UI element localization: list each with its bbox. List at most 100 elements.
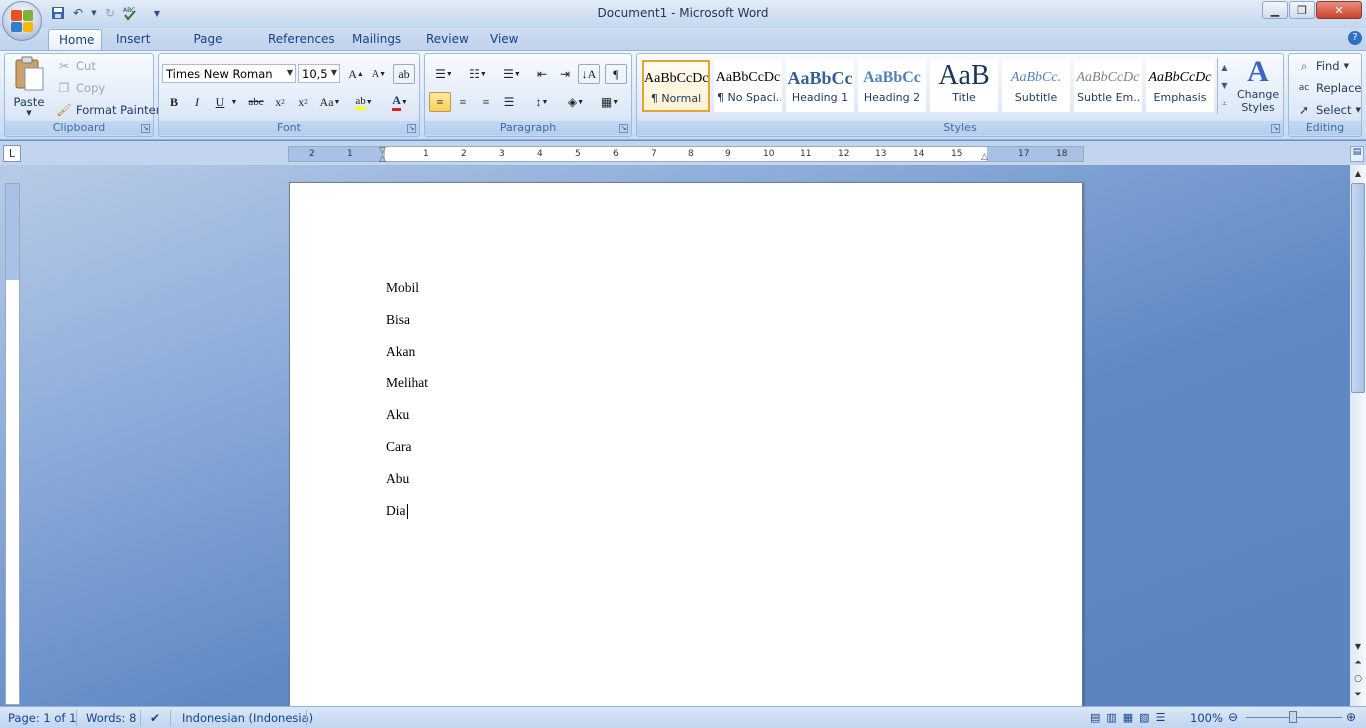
show-formatting-button[interactable]: ¶ <box>605 64 627 84</box>
scroll-down-icon[interactable]: ▼ <box>1351 640 1365 654</box>
shading-button[interactable]: ◈ ▼ <box>561 92 591 112</box>
style-heading-1[interactable]: AaBbCc Heading 1 <box>786 60 854 112</box>
browse-object-icon[interactable]: ○ <box>1351 672 1365 686</box>
word-count-status[interactable]: Words: 8 <box>86 711 136 725</box>
document-page[interactable]: Mobil Bisa Akan Melihat Aku Cara Abu Dia <box>289 182 1083 722</box>
tab-view[interactable]: View <box>480 29 526 50</box>
select-button[interactable]: ➚ Select ▼ <box>1293 100 1364 120</box>
align-center-button[interactable]: ≡ <box>452 92 474 112</box>
scroll-up-icon[interactable]: ▲ <box>1351 167 1365 181</box>
find-button[interactable]: ⌕ Find ▼ <box>1293 56 1352 76</box>
tab-review[interactable]: Review <box>416 29 472 50</box>
chevron-down-icon: ▼ <box>330 68 337 77</box>
strikethrough-button[interactable]: abc <box>245 92 267 112</box>
paste-dropdown-icon[interactable]: ▼ <box>9 109 49 117</box>
align-right-button[interactable]: ≡ <box>475 92 497 112</box>
view-ruler-icon[interactable]: ▤ <box>1350 146 1364 162</box>
italic-button[interactable]: I <box>186 92 208 112</box>
bold-button[interactable]: B <box>163 92 185 112</box>
document-line[interactable]: Akan <box>386 344 415 360</box>
right-indent-icon[interactable]: △ <box>981 152 988 162</box>
highlight-color-button[interactable]: ab ▼ <box>349 92 379 112</box>
subscript-button[interactable]: x2 <box>269 92 291 112</box>
tab-insert[interactable]: Insert <box>106 29 158 50</box>
style-sample: AaB <box>938 61 990 91</box>
multilevel-list-button[interactable]: ☰ ▼ <box>497 64 527 84</box>
hanging-indent-icon[interactable]: △ <box>379 154 386 164</box>
proofing-icon[interactable]: ✔ <box>150 711 160 725</box>
close-button[interactable]: ✕ <box>1316 1 1362 19</box>
grow-font-button[interactable]: A ▲ <box>345 64 367 84</box>
page-count-status[interactable]: Page: 1 of 1 <box>8 711 76 725</box>
line-spacing-button[interactable]: ↕ ▼ <box>527 92 557 112</box>
tab-selector-button[interactable]: L <box>3 145 21 162</box>
document-line[interactable]: Mobil <box>386 280 419 296</box>
justify-button[interactable]: ☰ <box>498 92 520 112</box>
font-launcher-icon[interactable]: ↘ <box>407 124 416 133</box>
borders-button[interactable]: ▦ ▼ <box>595 92 625 112</box>
document-line[interactable]: Melihat <box>386 375 428 391</box>
style-normal[interactable]: AaBbCcDc ¶ Normal <box>642 60 710 112</box>
copy-button[interactable]: ❐ Copy <box>53 78 108 98</box>
replace-button[interactable]: ac Replace <box>1293 78 1365 98</box>
underline-button[interactable]: U <box>209 92 231 112</box>
document-line[interactable]: Abu <box>386 471 409 487</box>
next-page-icon[interactable]: ⏷ <box>1351 688 1365 702</box>
minimize-button[interactable]: ▁ <box>1262 1 1288 19</box>
zoom-out-icon[interactable]: ⊖ <box>1228 710 1238 724</box>
office-button[interactable] <box>2 1 42 41</box>
style-subtitle[interactable]: AaBbCc. Subtitle <box>1002 60 1070 112</box>
scroll-down-icon[interactable]: ▼ <box>1221 81 1227 90</box>
numbering-button[interactable]: ☷ ▼ <box>463 64 493 84</box>
zoom-level[interactable]: 100% <box>1190 711 1223 725</box>
shrink-font-button[interactable]: A ▼ <box>368 64 390 84</box>
style-heading-2[interactable]: AaBbCc Heading 2 <box>858 60 926 112</box>
tab-mailings[interactable]: Mailings <box>342 29 408 50</box>
superscript-button[interactable]: x2 <box>292 92 314 112</box>
zoom-slider-thumb[interactable] <box>1289 711 1297 723</box>
style-subtle-emphasis[interactable]: AaBbCcDc Subtle Em... <box>1074 60 1142 112</box>
format-painter-button[interactable]: 🖌 Format Painter <box>53 100 163 120</box>
more-icon[interactable]: ⩡ <box>1222 99 1227 109</box>
tab-references[interactable]: References <box>258 29 335 50</box>
style-no-spacing[interactable]: AaBbCcDc ¶ No Spaci... <box>714 60 782 112</box>
cut-button[interactable]: ✂ Cut <box>53 56 99 76</box>
language-status[interactable]: Indonesian (Indonesia) <box>182 711 313 725</box>
underline-dropdown-icon[interactable]: ▼ <box>229 92 239 112</box>
clipboard-launcher-icon[interactable]: ↘ <box>141 124 150 133</box>
bullets-button[interactable]: ☰ ▼ <box>429 64 459 84</box>
help-icon[interactable]: ? <box>1348 31 1362 45</box>
font-size-combo[interactable]: 10,5 ▼ <box>298 64 340 83</box>
document-line[interactable]: Aku <box>386 407 409 423</box>
cut-label: Cut <box>76 59 96 73</box>
style-emphasis[interactable]: AaBbCcDc Emphasis <box>1146 60 1214 112</box>
zoom-in-icon[interactable]: ⊕ <box>1346 710 1356 724</box>
previous-page-icon[interactable]: ⏶ <box>1351 656 1365 670</box>
vertical-ruler[interactable] <box>5 183 20 705</box>
styles-group-label: Styles <box>637 121 1283 135</box>
view-buttons[interactable]: ▤▥▦▧☰ <box>1090 711 1171 724</box>
document-line[interactable]: Dia <box>386 503 406 519</box>
align-left-button[interactable]: ≡ <box>429 92 451 112</box>
paste-button[interactable]: Paste ▼ <box>9 56 49 118</box>
sort-button[interactable]: ↓A <box>578 64 600 84</box>
scrollbar-thumb[interactable] <box>1351 183 1365 393</box>
font-color-button[interactable]: A ▼ <box>385 92 415 112</box>
style-title[interactable]: AaB Title <box>930 60 998 112</box>
document-line[interactable]: Bisa <box>386 312 410 328</box>
restore-button[interactable]: ❐ <box>1289 1 1315 19</box>
decrease-indent-button[interactable]: ⇤ <box>531 64 553 84</box>
document-line[interactable]: Cara <box>386 439 411 455</box>
increase-indent-button[interactable]: ⇥ <box>554 64 576 84</box>
scroll-up-icon[interactable]: ▲ <box>1221 63 1227 72</box>
font-name-combo[interactable]: Times New Roman ▼ <box>162 64 296 83</box>
tab-home[interactable]: Home <box>48 29 102 50</box>
styles-scroll[interactable]: ▲ ▼ ⩡ <box>1217 58 1231 114</box>
change-case-button[interactable]: Aa ▼ <box>317 92 343 112</box>
paragraph-launcher-icon[interactable]: ↘ <box>619 124 628 133</box>
horizontal-ruler[interactable]: 2 1 1 2 3 4 5 6 7 8 9 10 11 12 13 14 15 17 18 ▽ △ △ <box>288 146 1084 164</box>
change-styles-button[interactable]: A Change Styles <box>1235 56 1281 118</box>
tab-page-layout[interactable]: Page Layout <box>166 29 250 66</box>
styles-launcher-icon[interactable]: ↘ <box>1271 124 1280 133</box>
clear-formatting-icon[interactable]: ab <box>393 64 415 84</box>
